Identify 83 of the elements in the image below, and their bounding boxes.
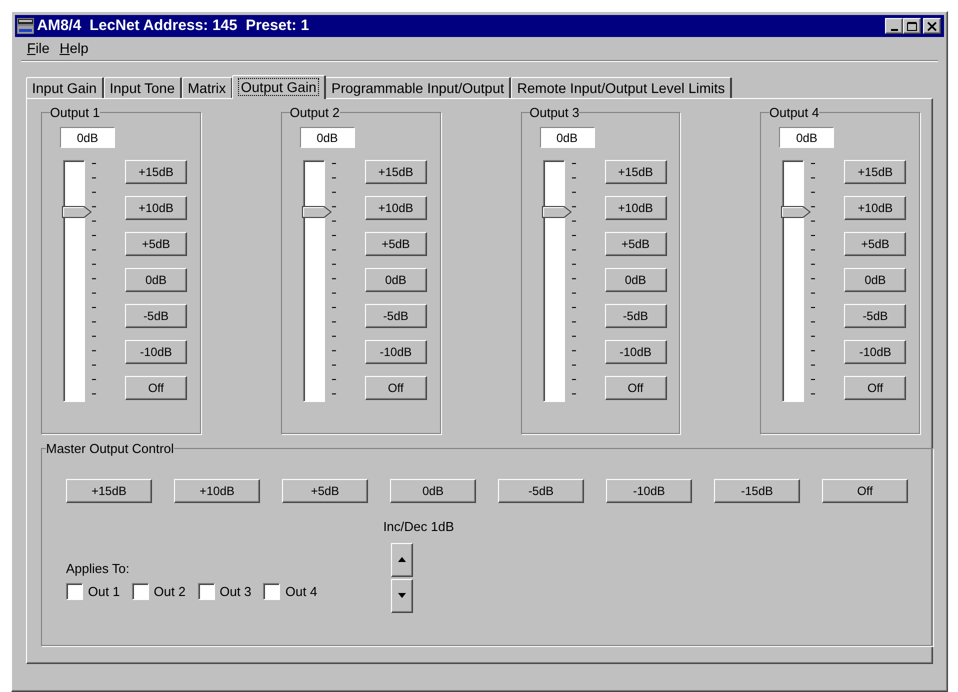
tab[interactable]: Output Gain <box>232 75 326 99</box>
up-arrow-icon <box>398 557 406 562</box>
level-button[interactable]: Off <box>844 376 906 400</box>
down-arrow-icon <box>398 593 406 598</box>
tick-marks-icon <box>570 161 576 397</box>
group-label: Output 1 <box>50 106 100 119</box>
level-button[interactable]: Off <box>604 376 666 400</box>
level-button[interactable]: -5dB <box>498 479 584 503</box>
level-button[interactable]: -5dB <box>125 304 187 328</box>
level-button[interactable]: +10dB <box>125 196 187 220</box>
level-button[interactable]: +10dB <box>174 479 260 503</box>
level-button[interactable]: +10dB <box>604 196 666 220</box>
window-title: AM8/4 LecNet Address: 145 Preset: 1 <box>37 16 310 36</box>
app-icon <box>17 18 34 34</box>
level-button[interactable]: +5dB <box>604 232 666 256</box>
slider-thumb[interactable] <box>781 206 812 218</box>
level-button[interactable]: -10dB <box>604 340 666 364</box>
value-field[interactable]: 0dB <box>60 127 115 148</box>
minimize-button[interactable] <box>885 18 903 34</box>
tab[interactable]: Input Gain <box>26 77 104 98</box>
slider-thumb[interactable] <box>542 206 572 218</box>
level-button[interactable]: 0dB <box>125 268 187 292</box>
slider-thumb[interactable] <box>302 206 332 218</box>
close-icon <box>927 22 937 30</box>
slider-thumb[interactable] <box>62 206 92 218</box>
level-button[interactable]: +15dB <box>364 160 427 184</box>
level-button[interactable]: +10dB <box>364 196 427 220</box>
applies-to-label: Applies To: <box>66 560 130 578</box>
maximize-button[interactable] <box>903 18 921 34</box>
group-label: Output 4 <box>769 106 820 119</box>
decrement-button[interactable] <box>390 578 413 612</box>
maximize-icon <box>907 22 917 30</box>
menu-item[interactable]: File <box>27 38 50 59</box>
group-label: Master Output Control <box>46 442 174 455</box>
group-label: Output 3 <box>530 106 580 119</box>
level-button[interactable]: -5dB <box>364 304 427 328</box>
level-button[interactable]: -5dB <box>844 304 906 328</box>
level-button[interactable]: +5dB <box>364 232 427 256</box>
tab[interactable]: Input Tone <box>104 77 182 98</box>
level-button[interactable]: 0dB <box>604 268 666 292</box>
level-button[interactable]: 0dB <box>390 479 476 503</box>
level-button[interactable]: +15dB <box>125 160 187 184</box>
level-button[interactable]: -10dB <box>606 479 692 503</box>
checkbox-label: Out 4 <box>285 582 318 600</box>
tab[interactable]: Remote Input/Output Level Limits <box>511 77 732 98</box>
tick-marks-icon <box>810 161 816 397</box>
checkbox[interactable] <box>198 582 215 600</box>
checkbox-label: Out 1 <box>88 582 120 600</box>
level-button[interactable]: Off <box>822 479 908 503</box>
checkbox[interactable] <box>66 582 83 600</box>
level-button[interactable]: -5dB <box>604 304 666 328</box>
level-button[interactable]: +5dB <box>282 479 368 503</box>
level-button[interactable]: -10dB <box>364 340 427 364</box>
level-button[interactable]: +15dB <box>844 160 906 184</box>
minimize-icon <box>890 28 898 30</box>
checkbox-label: Out 3 <box>220 582 252 600</box>
group-label: Output 2 <box>290 106 340 119</box>
level-button[interactable]: 0dB <box>844 268 906 292</box>
tab[interactable]: Programmable Input/Output <box>325 77 512 98</box>
level-button[interactable]: +5dB <box>844 232 906 256</box>
checkbox[interactable] <box>132 582 149 600</box>
value-field[interactable]: 0dB <box>779 127 834 148</box>
close-button[interactable] <box>923 18 941 34</box>
level-button[interactable]: -15dB <box>714 479 800 503</box>
level-button[interactable]: 0dB <box>364 268 427 292</box>
level-button[interactable]: +15dB <box>604 160 666 184</box>
level-button[interactable]: +5dB <box>125 232 187 256</box>
increment-button[interactable] <box>390 542 413 576</box>
step-label: Inc/Dec 1dB <box>383 518 454 536</box>
level-button[interactable]: +15dB <box>66 479 152 503</box>
level-button[interactable]: -10dB <box>125 340 187 364</box>
level-button[interactable]: -10dB <box>844 340 906 364</box>
checkbox-label: Out 2 <box>154 582 186 600</box>
tick-marks-icon <box>91 161 97 397</box>
value-field[interactable]: 0dB <box>540 127 594 148</box>
value-field[interactable]: 0dB <box>300 127 355 148</box>
tick-marks-icon <box>330 161 337 397</box>
level-button[interactable]: Off <box>364 376 427 400</box>
menu-item[interactable]: Help <box>60 38 88 59</box>
level-button[interactable]: Off <box>125 376 187 400</box>
checkbox[interactable] <box>263 582 280 600</box>
tab[interactable]: Matrix <box>182 77 233 98</box>
level-button[interactable]: +10dB <box>844 196 906 220</box>
